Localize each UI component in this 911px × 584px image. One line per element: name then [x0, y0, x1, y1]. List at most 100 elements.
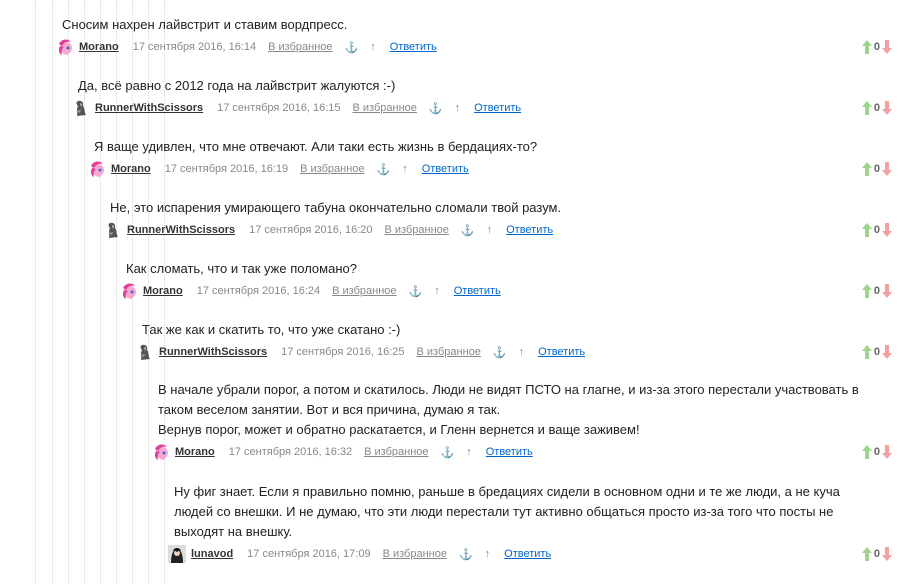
reply-link[interactable]: Ответить [504, 548, 551, 560]
comment-meta: lunavod 17 сентября 2016, 17:09 В избранно… [168, 545, 871, 563]
parent-arrow-icon[interactable]: ↑ [485, 548, 491, 560]
reply-link[interactable]: Ответить [506, 224, 553, 236]
lunavod-avatar[interactable] [168, 545, 186, 563]
vote-up-icon[interactable] [861, 162, 872, 176]
vote-count: 0 [873, 346, 880, 358]
parent-arrow-icon[interactable]: ↑ [402, 163, 408, 175]
comment-text: Как сломать, что и так уже поломано? [126, 261, 357, 276]
vote-block: 0 [861, 547, 892, 561]
vote-count: 0 [873, 224, 880, 236]
thread-line [52, 0, 53, 584]
parent-arrow-icon[interactable]: ↑ [434, 285, 440, 297]
comment-meta: Morano 17 сентября 2016, 16:14 В избранное… [56, 38, 871, 56]
comment-meta: Morano 17 сентября 2016, 16:32 В избранное… [152, 443, 871, 461]
favorite-link[interactable]: В избранное [332, 285, 396, 297]
comment-meta: RunnerWithScissors 17 сентября 2016, 16:2… [136, 343, 871, 361]
vote-up-icon[interactable] [861, 223, 872, 237]
vote-up-icon[interactable] [861, 284, 872, 298]
vote-down-icon[interactable] [882, 345, 892, 359]
thread-line [68, 0, 69, 584]
parent-arrow-icon[interactable]: ↑ [455, 102, 461, 114]
author-link[interactable]: Morano [143, 285, 183, 297]
author-link[interactable]: Morano [111, 163, 151, 175]
runner-avatar[interactable] [72, 99, 90, 117]
vote-up-icon[interactable] [861, 547, 872, 561]
author-link[interactable]: RunnerWithScissors [127, 224, 235, 236]
comment-text: Сносим нахрен лайвстрит и ставим вордпре… [62, 17, 348, 32]
vote-count: 0 [873, 41, 880, 53]
comment: Да, всё равно с 2012 года на лайвстрит ж… [78, 76, 871, 117]
parent-arrow-icon[interactable]: ↑ [519, 346, 525, 358]
comment-date: 17 сентября 2016, 16:32 [228, 446, 353, 458]
anchor-icon[interactable]: ⚓ [459, 548, 473, 561]
parent-arrow-icon[interactable]: ↑ [466, 446, 472, 458]
anchor-icon[interactable]: ⚓ [493, 346, 507, 359]
reply-link[interactable]: Ответить [422, 163, 469, 175]
reply-link[interactable]: Ответить [474, 102, 521, 114]
anchor-icon[interactable]: ⚓ [345, 41, 359, 54]
thread-line [35, 0, 36, 584]
vote-down-icon[interactable] [882, 547, 892, 561]
vote-down-icon[interactable] [882, 162, 892, 176]
author-link[interactable]: Morano [175, 446, 215, 458]
pony-avatar[interactable] [88, 160, 106, 178]
author-link[interactable]: Morano [79, 41, 119, 53]
comment-thread: Сносим нахрен лайвстрит и ставим вордпре… [0, 0, 911, 584]
reply-link[interactable]: Ответить [538, 346, 585, 358]
runner-avatar[interactable] [104, 221, 122, 239]
favorite-link[interactable]: В избранное [417, 346, 481, 358]
anchor-icon[interactable]: ⚓ [377, 163, 391, 176]
vote-count: 0 [873, 285, 880, 297]
runner-avatar[interactable] [136, 343, 154, 361]
vote-down-icon[interactable] [882, 101, 892, 115]
comment-date: 17 сентября 2016, 16:24 [196, 285, 321, 297]
comment-meta: Morano 17 сентября 2016, 16:24 В избранное… [120, 282, 871, 300]
pony-avatar[interactable] [56, 38, 74, 56]
comment: Сносим нахрен лайвстрит и ставим вордпре… [62, 15, 871, 56]
pony-avatar[interactable] [152, 443, 170, 461]
anchor-icon[interactable]: ⚓ [461, 224, 475, 237]
author-link[interactable]: lunavod [191, 548, 233, 560]
vote-up-icon[interactable] [861, 345, 872, 359]
vote-down-icon[interactable] [882, 40, 892, 54]
author-link[interactable]: RunnerWithScissors [95, 102, 203, 114]
anchor-icon[interactable]: ⚓ [441, 446, 455, 459]
vote-block: 0 [861, 101, 892, 115]
anchor-icon[interactable]: ⚓ [409, 285, 423, 298]
vote-up-icon[interactable] [861, 445, 872, 459]
vote-block: 0 [861, 223, 892, 237]
favorite-link[interactable]: В избранное [353, 102, 417, 114]
favorite-link[interactable]: В избранное [268, 41, 332, 53]
comment-text: Ну фиг знает. Если я правильно помню, ра… [174, 484, 840, 539]
vote-up-icon[interactable] [861, 101, 872, 115]
reply-link[interactable]: Ответить [390, 41, 437, 53]
vote-down-icon[interactable] [882, 445, 892, 459]
pony-avatar[interactable] [120, 282, 138, 300]
vote-up-icon[interactable] [861, 40, 872, 54]
comment: Ну фиг знает. Если я правильно помню, ра… [174, 482, 871, 563]
parent-arrow-icon[interactable]: ↑ [370, 41, 376, 53]
favorite-link[interactable]: В избранное [364, 446, 428, 458]
vote-down-icon[interactable] [882, 284, 892, 298]
reply-link[interactable]: Ответить [454, 285, 501, 297]
comment-date: 17 сентября 2016, 16:19 [164, 163, 289, 175]
favorite-link[interactable]: В избранное [300, 163, 364, 175]
vote-block: 0 [861, 284, 892, 298]
anchor-icon[interactable]: ⚓ [429, 102, 443, 115]
vote-down-icon[interactable] [882, 223, 892, 237]
comment-date: 17 сентября 2016, 16:14 [132, 41, 257, 53]
vote-block: 0 [861, 345, 892, 359]
comment: Я ваще удивлен, что мне отвечают. Али та… [94, 137, 871, 178]
comment-meta: Morano 17 сентября 2016, 16:19 В избранное… [88, 160, 871, 178]
favorite-link[interactable]: В избранное [385, 224, 449, 236]
reply-link[interactable]: Ответить [486, 446, 533, 458]
vote-count: 0 [873, 102, 880, 114]
parent-arrow-icon[interactable]: ↑ [487, 224, 493, 236]
vote-block: 0 [861, 445, 892, 459]
vote-block: 0 [861, 40, 892, 54]
comment-meta: RunnerWithScissors 17 сентября 2016, 16:2… [104, 221, 871, 239]
favorite-link[interactable]: В избранное [383, 548, 447, 560]
comment-text: В начале убрали порог, а потом и скатило… [158, 382, 859, 437]
author-link[interactable]: RunnerWithScissors [159, 346, 267, 358]
comment-date: 17 сентября 2016, 17:09 [247, 548, 371, 560]
